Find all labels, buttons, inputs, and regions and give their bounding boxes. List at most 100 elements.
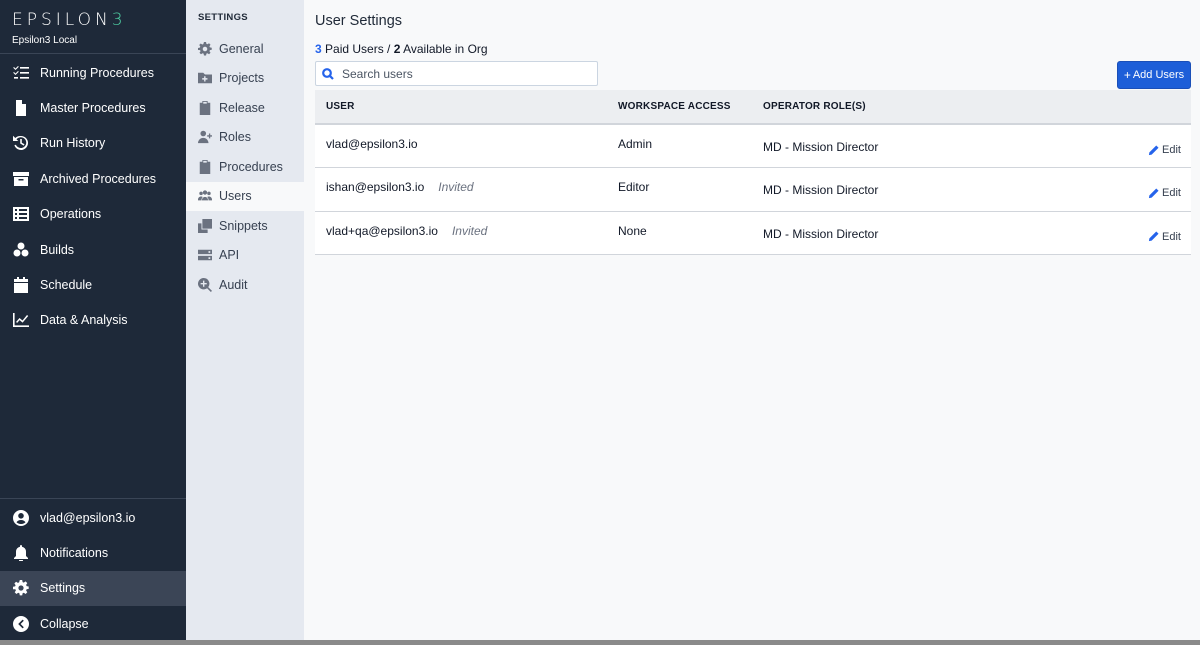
nav-item-account[interactable]: vlad@epsilon3.io bbox=[0, 500, 186, 535]
search-icon bbox=[322, 67, 334, 80]
plus-icon: + bbox=[1123, 68, 1131, 82]
folder-plus-icon bbox=[198, 71, 212, 85]
settings-item-label: API bbox=[219, 248, 240, 263]
operator-role-cell: MD - Mission Director bbox=[763, 140, 879, 154]
column-header-workspace-access[interactable]: WORKSPACE ACCESS bbox=[618, 101, 731, 112]
settings-item-roles[interactable]: Roles bbox=[186, 123, 304, 153]
edit-label: Edit bbox=[1162, 187, 1181, 200]
nav-item-notifications[interactable]: Notifications bbox=[0, 535, 186, 570]
clipboard-icon bbox=[198, 159, 212, 174]
edit-label: Edit bbox=[1162, 230, 1181, 243]
settings-item-label: General bbox=[219, 41, 264, 56]
chart-line-icon bbox=[12, 311, 30, 329]
table-header: USER WORKSPACE ACCESS OPERATOR ROLE(S) bbox=[315, 90, 1191, 125]
cubes-icon bbox=[12, 241, 30, 259]
settings-item-procedures[interactable]: Procedures bbox=[186, 152, 304, 182]
nav-item-builds[interactable]: Builds bbox=[0, 232, 186, 267]
column-header-user[interactable]: USER bbox=[326, 101, 355, 112]
settings-item-label: Release bbox=[219, 100, 265, 115]
user-cell: vlad+qa@epsilon3.io Invited bbox=[326, 224, 487, 238]
list-check-icon bbox=[12, 64, 30, 82]
chevron-left-circle-icon bbox=[12, 615, 30, 633]
nav-item-schedule[interactable]: Schedule bbox=[0, 267, 186, 302]
operator-role-cell: MD - Mission Director bbox=[763, 183, 879, 198]
operator-role-cell: MD - Mission Director bbox=[763, 226, 879, 241]
user-cell: ishan@epsilon3.io Invited bbox=[326, 180, 474, 194]
users-icon bbox=[198, 189, 212, 203]
server-icon bbox=[198, 248, 212, 262]
table-row: vlad@epsilon3.io Admin MD - Mission Dire… bbox=[315, 125, 1191, 169]
settings-item-label: Audit bbox=[219, 277, 248, 292]
nav-label: vlad@epsilon3.io bbox=[40, 510, 136, 525]
nav-item-archived-procedures[interactable]: Archived Procedures bbox=[0, 161, 186, 196]
user-cell: vlad@epsilon3.io bbox=[326, 137, 418, 151]
settings-title: SETTINGS bbox=[198, 12, 248, 23]
edit-button[interactable]: Edit bbox=[1148, 187, 1181, 199]
settings-item-release[interactable]: Release bbox=[186, 93, 304, 123]
workspace-access-cell: None bbox=[618, 223, 647, 238]
archive-icon bbox=[12, 170, 30, 188]
workspace-name: Epsilon3 Local bbox=[12, 35, 78, 46]
column-header-operator-roles[interactable]: OPERATOR ROLE(S) bbox=[763, 101, 866, 112]
nav-item-settings[interactable]: Settings bbox=[0, 570, 186, 607]
gear-icon bbox=[198, 41, 212, 56]
invited-badge: Invited bbox=[451, 223, 488, 238]
edit-label: Edit bbox=[1162, 144, 1181, 156]
nav-item-running-procedures[interactable]: Running Procedures bbox=[0, 55, 186, 90]
nav-item-master-procedures[interactable]: Master Procedures bbox=[0, 90, 186, 125]
nav-label: Running Procedures bbox=[40, 65, 154, 80]
nav-label: Collapse bbox=[40, 616, 89, 631]
settings-item-label: Users bbox=[219, 189, 252, 204]
app-window: EPSILON3 Epsilon3 Local Running Procedur… bbox=[0, 0, 1200, 645]
invited-badge: Invited bbox=[438, 180, 474, 195]
add-users-button[interactable]: + Add Users bbox=[1117, 61, 1191, 89]
window-bottom-edge bbox=[0, 640, 1200, 645]
search-input[interactable] bbox=[342, 66, 582, 81]
paid-users-count: 3 bbox=[315, 42, 322, 56]
nav-bottom-list: vlad@epsilon3.io Notifications Settings … bbox=[0, 498, 186, 642]
workspace-access-cell: Admin bbox=[618, 137, 653, 151]
nav-label: Schedule bbox=[40, 278, 93, 293]
settings-item-label: Projects bbox=[219, 71, 265, 86]
calendar-icon bbox=[12, 276, 30, 294]
nav-item-collapse[interactable]: Collapse bbox=[0, 606, 186, 641]
nav-item-run-history[interactable]: Run History bbox=[0, 126, 186, 161]
nav-label: Settings bbox=[40, 581, 86, 596]
settings-item-label: Snippets bbox=[219, 218, 268, 233]
user-count-summary: 3 Paid Users / 2 Available in Org bbox=[315, 42, 488, 56]
edit-button[interactable]: Edit bbox=[1148, 231, 1181, 243]
nav-item-data-analysis[interactable]: Data & Analysis bbox=[0, 303, 186, 338]
settings-item-users[interactable]: Users bbox=[186, 181, 304, 211]
brand-logo[interactable]: EPSILON3 bbox=[12, 10, 174, 30]
gear-icon bbox=[12, 579, 30, 597]
settings-item-label: Procedures bbox=[219, 159, 283, 174]
bell-icon bbox=[12, 544, 30, 562]
settings-item-label: Roles bbox=[219, 130, 251, 145]
settings-item-general[interactable]: General bbox=[186, 34, 304, 64]
user-email: ishan@epsilon3.io bbox=[326, 180, 425, 195]
settings-item-api[interactable]: API bbox=[186, 241, 304, 271]
nav-label: Notifications bbox=[40, 546, 109, 561]
nav-label: Operations bbox=[40, 207, 102, 222]
available-users-text: Available in Org bbox=[400, 42, 488, 56]
edit-button[interactable]: Edit bbox=[1148, 144, 1181, 156]
search-box[interactable] bbox=[315, 61, 598, 86]
nav-item-operations[interactable]: Operations bbox=[0, 197, 186, 232]
user-plus-icon bbox=[198, 130, 212, 144]
clipboard-icon bbox=[198, 100, 212, 115]
nav-label: Data & Analysis bbox=[40, 313, 128, 328]
brand: EPSILON3 Epsilon3 Local bbox=[0, 0, 186, 54]
settings-sidebar: SETTINGS General Projects Release Roles … bbox=[186, 0, 304, 640]
pencil-icon bbox=[1148, 188, 1159, 198]
users-table: USER WORKSPACE ACCESS OPERATOR ROLE(S) v… bbox=[315, 90, 1191, 255]
search-plus-icon bbox=[198, 277, 212, 292]
paid-users-text: Paid Users / bbox=[321, 42, 394, 56]
user-email: vlad+qa@epsilon3.io bbox=[326, 223, 438, 238]
settings-item-audit[interactable]: Audit bbox=[186, 270, 304, 300]
settings-item-snippets[interactable]: Snippets bbox=[186, 211, 304, 241]
main-content: User Settings 3 Paid Users / 2 Available… bbox=[304, 0, 1200, 640]
nav-label: Run History bbox=[40, 136, 106, 151]
history-icon bbox=[12, 134, 30, 152]
settings-item-projects[interactable]: Projects bbox=[186, 64, 304, 94]
main-nav: EPSILON3 Epsilon3 Local Running Procedur… bbox=[0, 0, 186, 640]
